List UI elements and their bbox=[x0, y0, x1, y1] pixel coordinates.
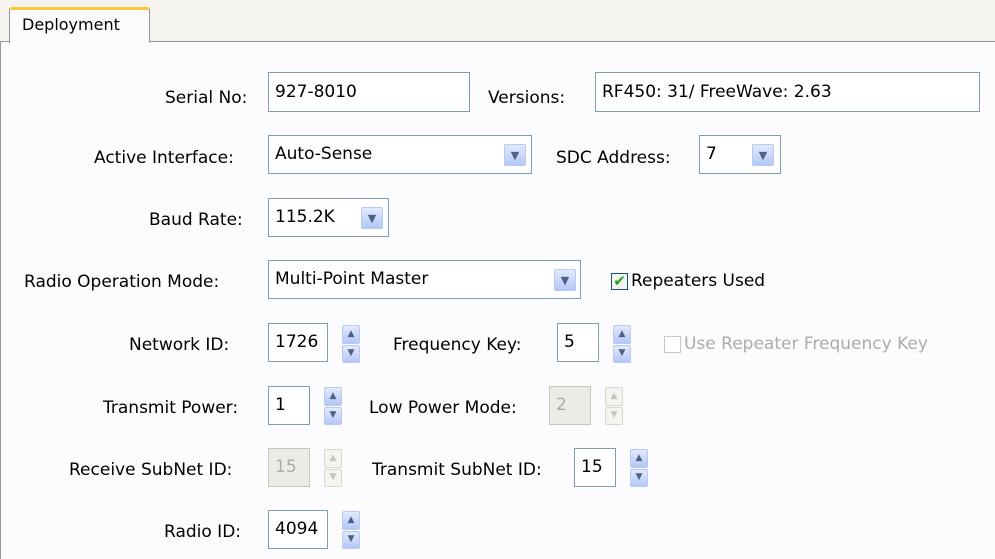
transmit-subnet-id-spinner[interactable]: ▲ ▼ bbox=[630, 449, 648, 487]
tab-deployment[interactable]: Deployment bbox=[9, 7, 150, 43]
active-interface-select[interactable]: Auto-Sense bbox=[268, 135, 532, 174]
spin-up-icon[interactable]: ▲ bbox=[630, 449, 648, 468]
chevron-down-icon: ▼ bbox=[367, 211, 377, 225]
baud-rate-dropdown-button[interactable]: ▼ bbox=[361, 207, 383, 229]
sdc-address-label: SDC Address: bbox=[556, 148, 671, 168]
radio-id-label: Radio ID: bbox=[164, 522, 242, 542]
spin-down-icon[interactable]: ▼ bbox=[605, 406, 623, 425]
network-id-field[interactable]: 1726 bbox=[268, 323, 328, 362]
chevron-down-icon: ▼ bbox=[758, 148, 768, 162]
radio-operation-mode-value: Multi-Point Master bbox=[275, 269, 429, 289]
active-interface-value: Auto-Sense bbox=[275, 144, 373, 164]
low-power-mode-field[interactable]: 2 bbox=[549, 386, 591, 425]
receive-subnet-id-field[interactable]: 15 bbox=[268, 448, 310, 487]
spin-up-icon[interactable]: ▲ bbox=[324, 449, 342, 468]
use-repeater-frequency-key-checkbox[interactable] bbox=[664, 336, 681, 353]
frequency-key-field[interactable]: 5 bbox=[557, 323, 599, 362]
active-interface-label: Active Interface: bbox=[94, 148, 234, 168]
radio-operation-mode-dropdown-button[interactable]: ▼ bbox=[554, 269, 576, 291]
transmit-subnet-id-label: Transmit SubNet ID: bbox=[372, 460, 542, 480]
spin-down-icon[interactable]: ▼ bbox=[342, 344, 360, 363]
spin-up-icon[interactable]: ▲ bbox=[342, 511, 360, 530]
sdc-address-dropdown-button[interactable]: ▼ bbox=[752, 144, 774, 166]
spin-down-icon[interactable]: ▼ bbox=[613, 344, 631, 363]
spin-down-icon[interactable]: ▼ bbox=[324, 468, 342, 487]
chevron-down-icon: ▼ bbox=[510, 148, 520, 162]
radio-operation-mode-select[interactable]: Multi-Point Master bbox=[268, 260, 581, 299]
spin-down-icon[interactable]: ▼ bbox=[324, 406, 342, 425]
baud-rate-value: 115.2K bbox=[275, 207, 335, 227]
serial-no-label: Serial No: bbox=[165, 88, 248, 108]
receive-subnet-id-label: Receive SubNet ID: bbox=[69, 460, 233, 480]
radio-id-spinner[interactable]: ▲ ▼ bbox=[342, 511, 360, 549]
transmit-power-label: Transmit Power: bbox=[103, 398, 239, 418]
transmit-power-field[interactable]: 1 bbox=[268, 386, 310, 425]
serial-no-field[interactable]: 927-8010 bbox=[268, 72, 470, 112]
repeaters-used-label[interactable]: Repeaters Used bbox=[631, 271, 765, 291]
use-repeater-frequency-key-label[interactable]: Use Repeater Frequency Key bbox=[684, 334, 928, 354]
active-interface-dropdown-button[interactable]: ▼ bbox=[504, 144, 526, 166]
network-id-spinner[interactable]: ▲ ▼ bbox=[342, 325, 360, 363]
frequency-key-spinner[interactable]: ▲ ▼ bbox=[613, 325, 631, 363]
baud-rate-label: Baud Rate: bbox=[149, 210, 243, 230]
chevron-down-icon: ▼ bbox=[560, 273, 570, 287]
spin-down-icon[interactable]: ▼ bbox=[630, 468, 648, 487]
tab-strip: Deployment bbox=[0, 0, 995, 43]
deployment-panel: Serial No: 927-8010 Versions: RF450: 31/… bbox=[0, 42, 995, 559]
receive-subnet-id-spinner[interactable]: ▲ ▼ bbox=[324, 449, 342, 487]
spin-down-icon[interactable]: ▼ bbox=[342, 530, 360, 549]
radio-id-field[interactable]: 4094 bbox=[268, 510, 328, 549]
low-power-mode-label: Low Power Mode: bbox=[369, 398, 517, 418]
sdc-address-value: 7 bbox=[706, 144, 717, 164]
low-power-mode-spinner[interactable]: ▲ ▼ bbox=[605, 387, 623, 425]
frequency-key-label: Frequency Key: bbox=[393, 335, 522, 355]
network-id-label: Network ID: bbox=[129, 335, 230, 355]
radio-operation-mode-label: Radio Operation Mode: bbox=[24, 272, 220, 292]
versions-field[interactable]: RF450: 31/ FreeWave: 2.63 bbox=[595, 72, 980, 112]
versions-label: Versions: bbox=[488, 88, 566, 108]
spin-up-icon[interactable]: ▲ bbox=[324, 387, 342, 406]
repeaters-used-checkbox[interactable]: ✔ bbox=[611, 273, 628, 290]
checkmark-icon: ✔ bbox=[613, 272, 626, 290]
transmit-subnet-id-field[interactable]: 15 bbox=[574, 448, 616, 487]
spin-up-icon[interactable]: ▲ bbox=[613, 325, 631, 344]
spin-up-icon[interactable]: ▲ bbox=[342, 325, 360, 344]
transmit-power-spinner[interactable]: ▲ ▼ bbox=[324, 387, 342, 425]
spin-up-icon[interactable]: ▲ bbox=[605, 387, 623, 406]
